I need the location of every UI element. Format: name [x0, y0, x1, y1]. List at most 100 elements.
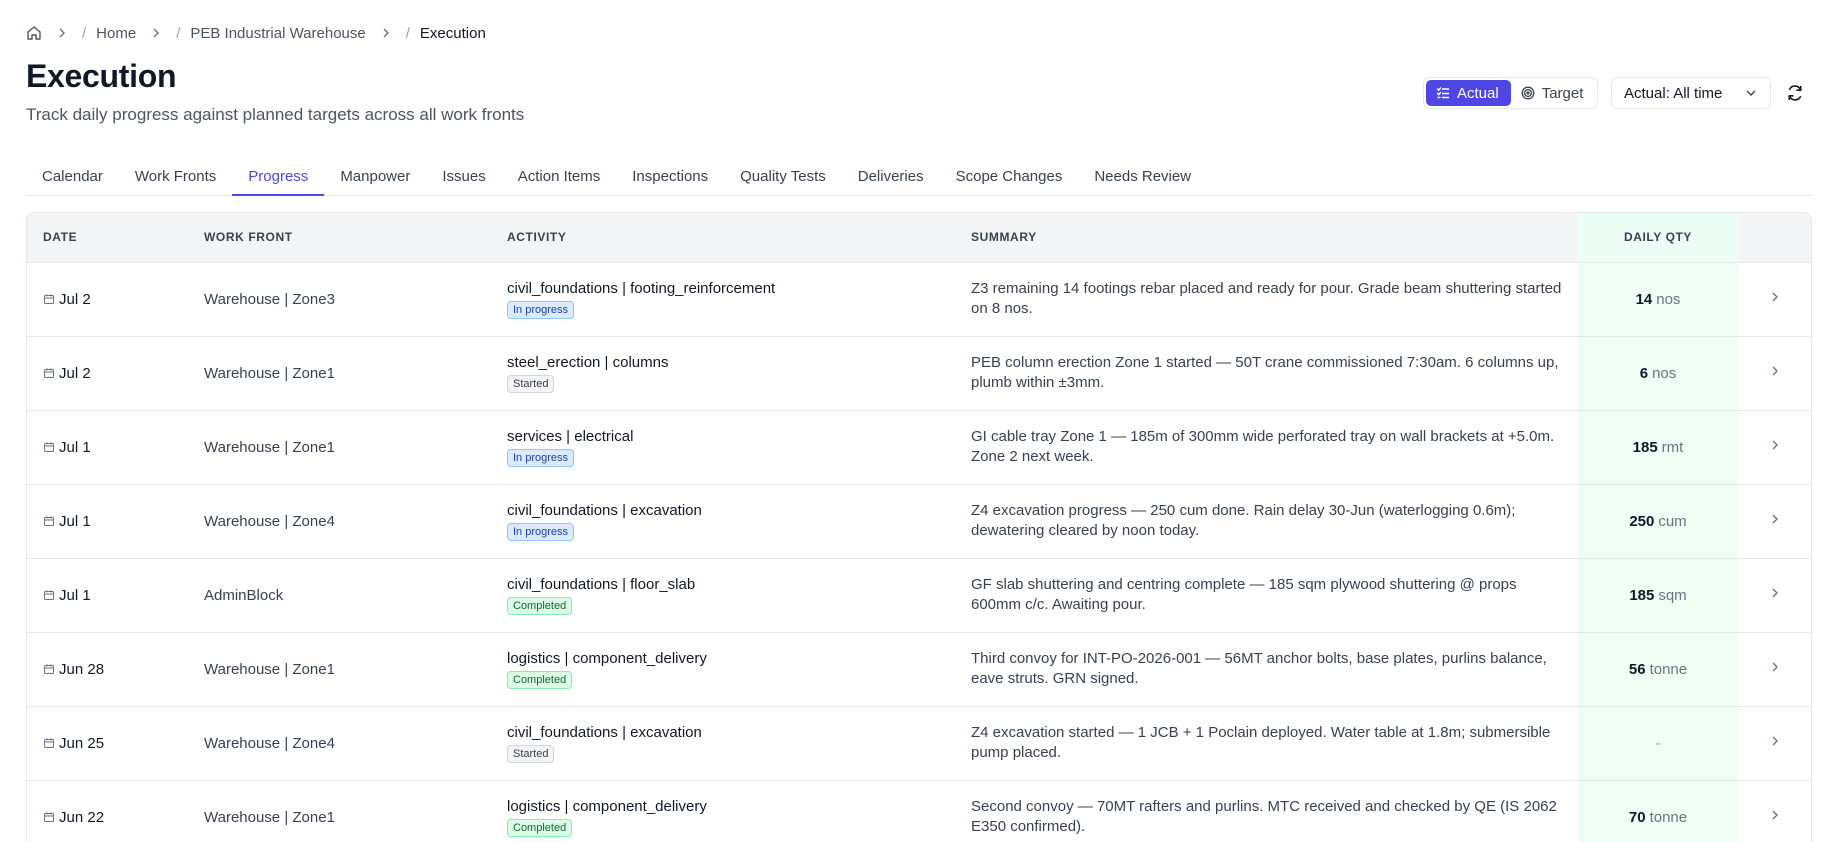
- daily-qty-cell: 56 tonne: [1578, 632, 1738, 706]
- table-row[interactable]: Jun 28 Warehouse | Zone1 logistics | compo…: [27, 632, 1811, 706]
- daily-qty-cell: 70 tonne: [1578, 780, 1738, 842]
- daily-qty-cell: 185 sqm: [1578, 558, 1738, 632]
- tab-inspections[interactable]: Inspections: [616, 162, 724, 196]
- daily-qty-cell: 250 cum: [1578, 484, 1738, 558]
- activity-name: civil_foundations | excavation: [507, 723, 702, 741]
- chevron-right-icon[interactable]: [1768, 290, 1782, 304]
- actual-button[interactable]: Actual: [1426, 80, 1511, 106]
- table-row[interactable]: Jun 25 Warehouse | Zone4 civil_foundations…: [27, 706, 1811, 780]
- daily-qty-value: 185: [1632, 438, 1658, 456]
- tab-scope-changes[interactable]: Scope Changes: [940, 162, 1079, 196]
- tab-calendar[interactable]: Calendar: [26, 162, 119, 196]
- tab-work-fronts[interactable]: Work Fronts: [119, 162, 232, 196]
- daily-qty-cell: 14 nos: [1578, 262, 1738, 336]
- row-open-cell[interactable]: [1738, 484, 1811, 558]
- breadcrumb-home[interactable]: Home: [96, 25, 136, 42]
- daily-qty-unit: cum: [1658, 512, 1687, 530]
- activity-cell: civil_foundations | footing_reinforcemen…: [491, 262, 955, 336]
- tab-action-items[interactable]: Action Items: [502, 162, 617, 196]
- daily-qty-value: 250: [1629, 512, 1655, 530]
- table-row[interactable]: Jul 1 Warehouse | Zone4 civil_foundations …: [27, 484, 1811, 558]
- date-value: Jun 28: [59, 660, 105, 678]
- daily-qty-unit: sqm: [1658, 586, 1687, 604]
- table-row[interactable]: Jun 22 Warehouse | Zone1 logistics | compo…: [27, 780, 1811, 842]
- table-row[interactable]: Jul 1 Warehouse | Zone1 services | electri…: [27, 410, 1811, 484]
- date-value: Jun 25: [59, 734, 105, 752]
- breadcrumb-project[interactable]: PEB Industrial Warehouse: [190, 25, 365, 42]
- calendar-icon: [43, 367, 55, 379]
- refresh-icon[interactable]: [1785, 83, 1805, 103]
- date-value: Jun 22: [59, 808, 105, 826]
- summary-cell: GF slab shuttering and centring complete…: [971, 576, 1517, 613]
- chevron-right-icon: [379, 26, 393, 40]
- activity-name: logistics | component_delivery: [507, 797, 707, 815]
- daily-qty-unit: nos: [1652, 364, 1677, 382]
- summary-cell: Z4 excavation started — 1 JCB + 1 Poclai…: [971, 724, 1551, 761]
- table-row[interactable]: Jul 1 AdminBlock civil_foundations | floor…: [27, 558, 1811, 632]
- calendar-icon: [43, 811, 55, 823]
- calendar-icon: [43, 663, 55, 675]
- header-daily-qty[interactable]: DAILY QTY: [1578, 213, 1738, 263]
- chevron-right-icon[interactable]: [1768, 438, 1782, 452]
- table-header-row: DATE WORK FRONT ACTIVITY SUMMARY DAILY Q…: [27, 213, 1811, 263]
- calendar-icon: [43, 515, 55, 527]
- tab-deliveries[interactable]: Deliveries: [842, 162, 940, 196]
- summary-cell: PEB column erection Zone 1 started — 50T…: [971, 354, 1559, 391]
- daily-qty-value: 185: [1629, 586, 1655, 604]
- chevron-right-icon[interactable]: [1768, 586, 1782, 600]
- target-label: Target: [1541, 84, 1584, 102]
- time-range-value: Actual: All time: [1624, 84, 1723, 102]
- row-open-cell[interactable]: [1738, 336, 1811, 410]
- row-open-cell[interactable]: [1738, 262, 1811, 336]
- header-date[interactable]: DATE: [27, 213, 188, 263]
- chevron-right-icon[interactable]: [1768, 660, 1782, 674]
- header-work-front[interactable]: WORK FRONT: [188, 213, 491, 263]
- row-open-cell[interactable]: [1738, 706, 1811, 780]
- status-badge: In progress: [507, 448, 575, 467]
- date-value: Jul 2: [59, 364, 91, 382]
- date-cell: Jul 2: [27, 262, 188, 336]
- calendar-icon: [43, 293, 55, 305]
- breadcrumb: / Home / PEB Industrial Warehouse / Exec…: [26, 22, 486, 44]
- table-row[interactable]: Jul 2 Warehouse | Zone1 steel_erection | c…: [27, 336, 1811, 410]
- status-badge: Completed: [507, 596, 573, 615]
- calendar-icon: [43, 589, 55, 601]
- daily-qty-cell: 6 nos: [1578, 336, 1738, 410]
- home-icon[interactable]: [26, 25, 42, 41]
- tab-quality-tests[interactable]: Quality Tests: [724, 162, 842, 196]
- row-open-cell[interactable]: [1738, 410, 1811, 484]
- header-activity[interactable]: ACTIVITY: [491, 213, 955, 263]
- work-front-cell: Warehouse | Zone1: [204, 364, 335, 382]
- header-summary: SUMMARY: [955, 213, 1578, 263]
- tab-manpower[interactable]: Manpower: [324, 162, 426, 196]
- daily-qty-unit: tonne: [1649, 808, 1688, 826]
- summary-cell: Third convoy for INT-PO-2026-001 — 56MT …: [971, 650, 1547, 687]
- activity-name: civil_foundations | footing_reinforcemen…: [507, 279, 776, 297]
- target-icon: [1521, 86, 1535, 100]
- target-button[interactable]: Target: [1511, 80, 1596, 106]
- summary-cell: Z3 remaining 14 footings rebar placed an…: [971, 280, 1562, 317]
- status-badge: In progress: [507, 522, 575, 541]
- tab-issues[interactable]: Issues: [426, 162, 501, 196]
- time-range-select[interactable]: Actual: All time: [1611, 77, 1771, 109]
- row-open-cell[interactable]: [1738, 780, 1811, 842]
- row-open-cell[interactable]: [1738, 558, 1811, 632]
- status-badge: Completed: [507, 670, 573, 689]
- tab-needs-review[interactable]: Needs Review: [1078, 162, 1207, 196]
- date-cell: Jun 22: [27, 780, 188, 842]
- table-row[interactable]: Jul 2 Warehouse | Zone3 civil_foundations …: [27, 262, 1811, 336]
- status-badge: Started: [507, 744, 555, 763]
- chevron-right-icon[interactable]: [1768, 734, 1782, 748]
- activity-cell: civil_foundations | floor_slab Completed: [491, 558, 955, 632]
- tab-progress[interactable]: Progress: [232, 162, 325, 196]
- chevron-right-icon[interactable]: [1768, 364, 1782, 378]
- row-open-cell[interactable]: [1738, 632, 1811, 706]
- date-value: Jul 1: [59, 438, 91, 456]
- chevron-right-icon[interactable]: [1768, 512, 1782, 526]
- date-cell: Jul 1: [27, 410, 188, 484]
- progress-table: DATE WORK FRONT ACTIVITY SUMMARY DAILY Q…: [26, 212, 1812, 842]
- activity-name: services | electrical: [507, 427, 634, 445]
- daily-qty-value: 6: [1639, 364, 1649, 382]
- chevron-right-icon[interactable]: [1768, 808, 1782, 822]
- work-front-cell: AdminBlock: [204, 586, 284, 604]
